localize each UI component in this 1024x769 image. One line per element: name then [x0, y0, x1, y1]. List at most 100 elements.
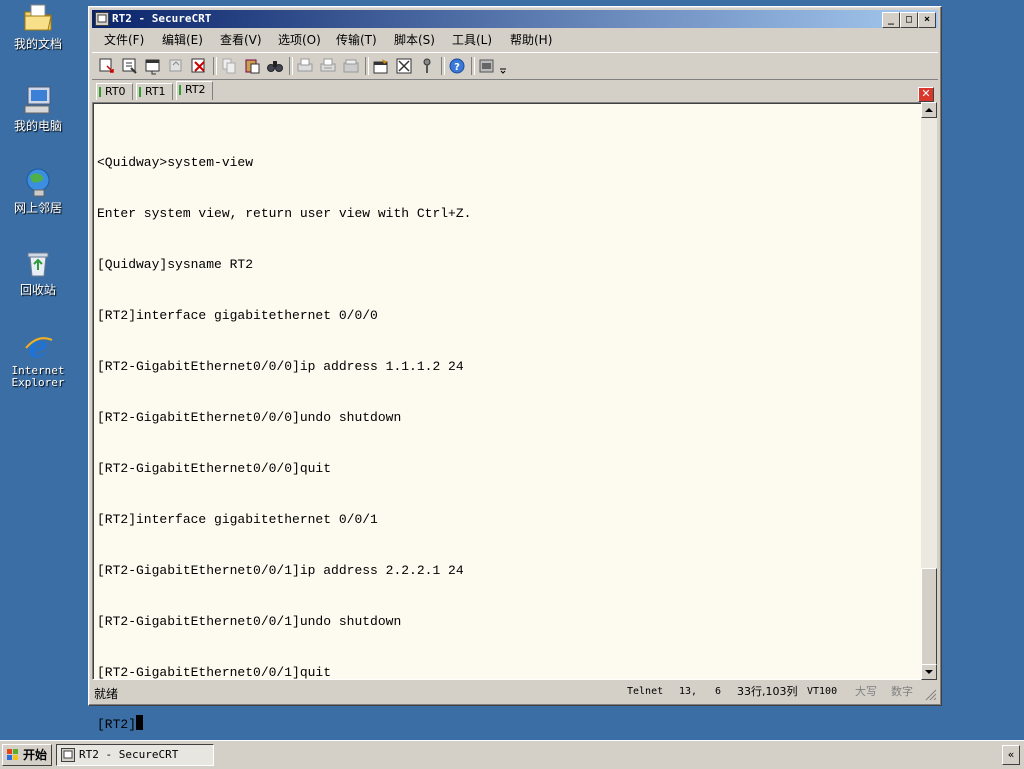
help-icon[interactable]: ? — [448, 57, 466, 75]
desktop-icon-my-computer[interactable]: 我的电脑 — [6, 84, 70, 133]
title-bar[interactable]: RT2 - SecureCRT _ □ × — [92, 10, 938, 28]
securecrt-app-icon — [61, 748, 75, 762]
desktop-icon-label: 回收站 — [19, 283, 56, 297]
window-title: RT2 - SecureCRT — [112, 12, 212, 25]
tab-status-marker — [99, 87, 101, 97]
network-places-icon — [22, 166, 54, 198]
menu-bar: 文件(F) 编辑(E) 查看(V) 选项(O) 传输(T) 脚本(S) 工具(L… — [92, 30, 938, 50]
my-computer-icon — [22, 84, 54, 116]
menu-script[interactable]: 脚本(S) — [394, 32, 435, 48]
recycle-bin-icon — [22, 248, 54, 280]
vertical-scrollbar[interactable] — [921, 102, 937, 680]
reconnect-icon[interactable] — [167, 57, 185, 75]
status-num: 数字 — [891, 685, 913, 698]
desktop-icon-label: 网上邻居 — [13, 201, 62, 215]
terminal-line: [RT2-GigabitEthernet0/0/1]undo shutdown — [97, 614, 402, 629]
keymap-icon[interactable] — [418, 57, 436, 75]
menu-options[interactable]: 选项(O) — [278, 32, 321, 48]
quick-connect-icon[interactable] — [121, 57, 139, 75]
scroll-up-button[interactable] — [921, 102, 937, 118]
session-tabs: RT0 RT1 RT2 ✕ — [92, 81, 938, 102]
status-size: 33行,103列 — [737, 685, 798, 698]
maximize-button[interactable]: □ — [900, 12, 918, 28]
menu-file[interactable]: 文件(F) — [104, 32, 144, 48]
desktop-icon-label: 我的电脑 — [13, 119, 62, 133]
terminal-line: <Quidway>system-view — [97, 155, 254, 170]
taskbar-item-label: RT2 - SecureCRT — [79, 748, 179, 761]
scroll-down-button[interactable] — [921, 664, 937, 680]
disconnect-icon[interactable] — [190, 57, 208, 75]
terminal-prompt: [RT2] — [97, 717, 137, 732]
tab-rt1[interactable]: RT1 — [136, 83, 173, 100]
menu-edit[interactable]: 编辑(E) — [162, 32, 203, 48]
scrollbar-thumb[interactable] — [921, 568, 937, 666]
my-documents-icon — [22, 2, 54, 34]
svg-text:?: ? — [454, 62, 460, 73]
securecrt-window: RT2 - SecureCRT _ □ × 文件(F) 编辑(E) 查看(V) … — [88, 6, 942, 732]
minimize-button[interactable]: _ — [882, 12, 900, 28]
print-setup-icon[interactable] — [342, 57, 360, 75]
start-label: 开始 — [23, 748, 48, 762]
terminal-output: <Quidway>system-view Enter system view, … — [97, 120, 471, 766]
find-icon[interactable] — [266, 57, 284, 75]
toolbar: ? — [92, 52, 938, 80]
status-emulation: VT100 — [807, 686, 838, 697]
terminal-area[interactable]: <Quidway>system-view Enter system view, … — [92, 102, 923, 732]
print-icon[interactable] — [296, 57, 314, 75]
desktop-icon-label: 我的文档 — [13, 37, 62, 51]
terminal-line: [RT2-GigabitEthernet0/0/0]quit — [97, 461, 332, 476]
desktop-icon-my-documents[interactable]: 我的文档 — [6, 2, 70, 51]
tab-status-marker — [139, 87, 141, 97]
toolbar-separator — [441, 57, 445, 75]
menu-transfer[interactable]: 传输(T) — [336, 32, 377, 48]
tab-rt0[interactable]: RT0 — [96, 83, 133, 100]
desktop-icon-label: Internet Explorer — [11, 364, 65, 389]
svg-text:e: e — [28, 330, 47, 362]
status-protocol: Telnet — [627, 686, 664, 697]
terminal-line: [RT2]interface gigabitethernet 0/0/1 — [97, 512, 378, 527]
tab-label: RT2 — [185, 83, 206, 96]
connect-icon[interactable] — [98, 57, 116, 75]
securecrt-app-icon — [95, 12, 109, 26]
copy-icon[interactable] — [220, 57, 238, 75]
paste-icon[interactable] — [243, 57, 261, 75]
start-button[interactable]: 开始 — [2, 744, 52, 766]
status-col: 6 — [715, 686, 722, 697]
resize-grip-icon[interactable] — [925, 689, 937, 701]
sftp-icon[interactable] — [478, 57, 496, 75]
desktop-icon-network-places[interactable]: 网上邻居 — [6, 166, 70, 215]
terminal-prompt-line: [RT2] — [97, 715, 471, 732]
menu-view[interactable]: 查看(V) — [220, 32, 262, 48]
terminal-line: [RT2-GigabitEthernet0/0/1]ip address 2.2… — [97, 563, 464, 578]
desktop-icon-internet-explorer[interactable]: e Internet Explorer — [6, 330, 70, 389]
tab-close-button[interactable]: ✕ — [918, 87, 934, 102]
windows-flag-icon — [6, 748, 20, 762]
toolbar-separator — [213, 57, 217, 75]
internet-explorer-icon: e — [22, 330, 54, 365]
tab-label: RT0 — [105, 85, 126, 98]
terminal-cursor — [136, 715, 144, 730]
toolbar-separator — [365, 57, 369, 75]
taskbar: 开始 RT2 - SecureCRT « — [0, 740, 1024, 769]
status-caps: 大写 — [855, 685, 877, 698]
menu-help[interactable]: 帮助(H) — [510, 32, 552, 48]
terminal-line: [RT2]interface gigabitethernet 0/0/0 — [97, 308, 378, 323]
status-bar: 就绪 Telnet 13, 6 33行,103列 VT100 大写 数字 — [92, 683, 938, 702]
toolbar-dropdown-icon[interactable] — [498, 57, 508, 75]
close-button[interactable]: × — [918, 12, 936, 28]
toolbar-separator — [471, 57, 475, 75]
status-row: 13, — [679, 686, 698, 697]
session-options-icon[interactable] — [372, 57, 390, 75]
status-ready-text: 就绪 — [94, 687, 119, 701]
terminal-line: Enter system view, return user view with… — [97, 206, 472, 221]
taskbar-item-securecrt[interactable]: RT2 - SecureCRT — [56, 744, 214, 766]
terminal-line: [RT2-GigabitEthernet0/0/0]ip address 1.1… — [97, 359, 464, 374]
connect-tab-icon[interactable] — [144, 57, 162, 75]
terminal-line: [RT2-GigabitEthernet0/0/1]quit — [97, 665, 332, 680]
desktop-icon-recycle-bin[interactable]: 回收站 — [6, 248, 70, 297]
tab-rt2[interactable]: RT2 — [176, 81, 213, 100]
global-options-icon[interactable] — [395, 57, 413, 75]
menu-tools[interactable]: 工具(L) — [452, 32, 492, 48]
print-selection-icon[interactable] — [319, 57, 337, 75]
tray-expand-button[interactable]: « — [1002, 745, 1020, 765]
